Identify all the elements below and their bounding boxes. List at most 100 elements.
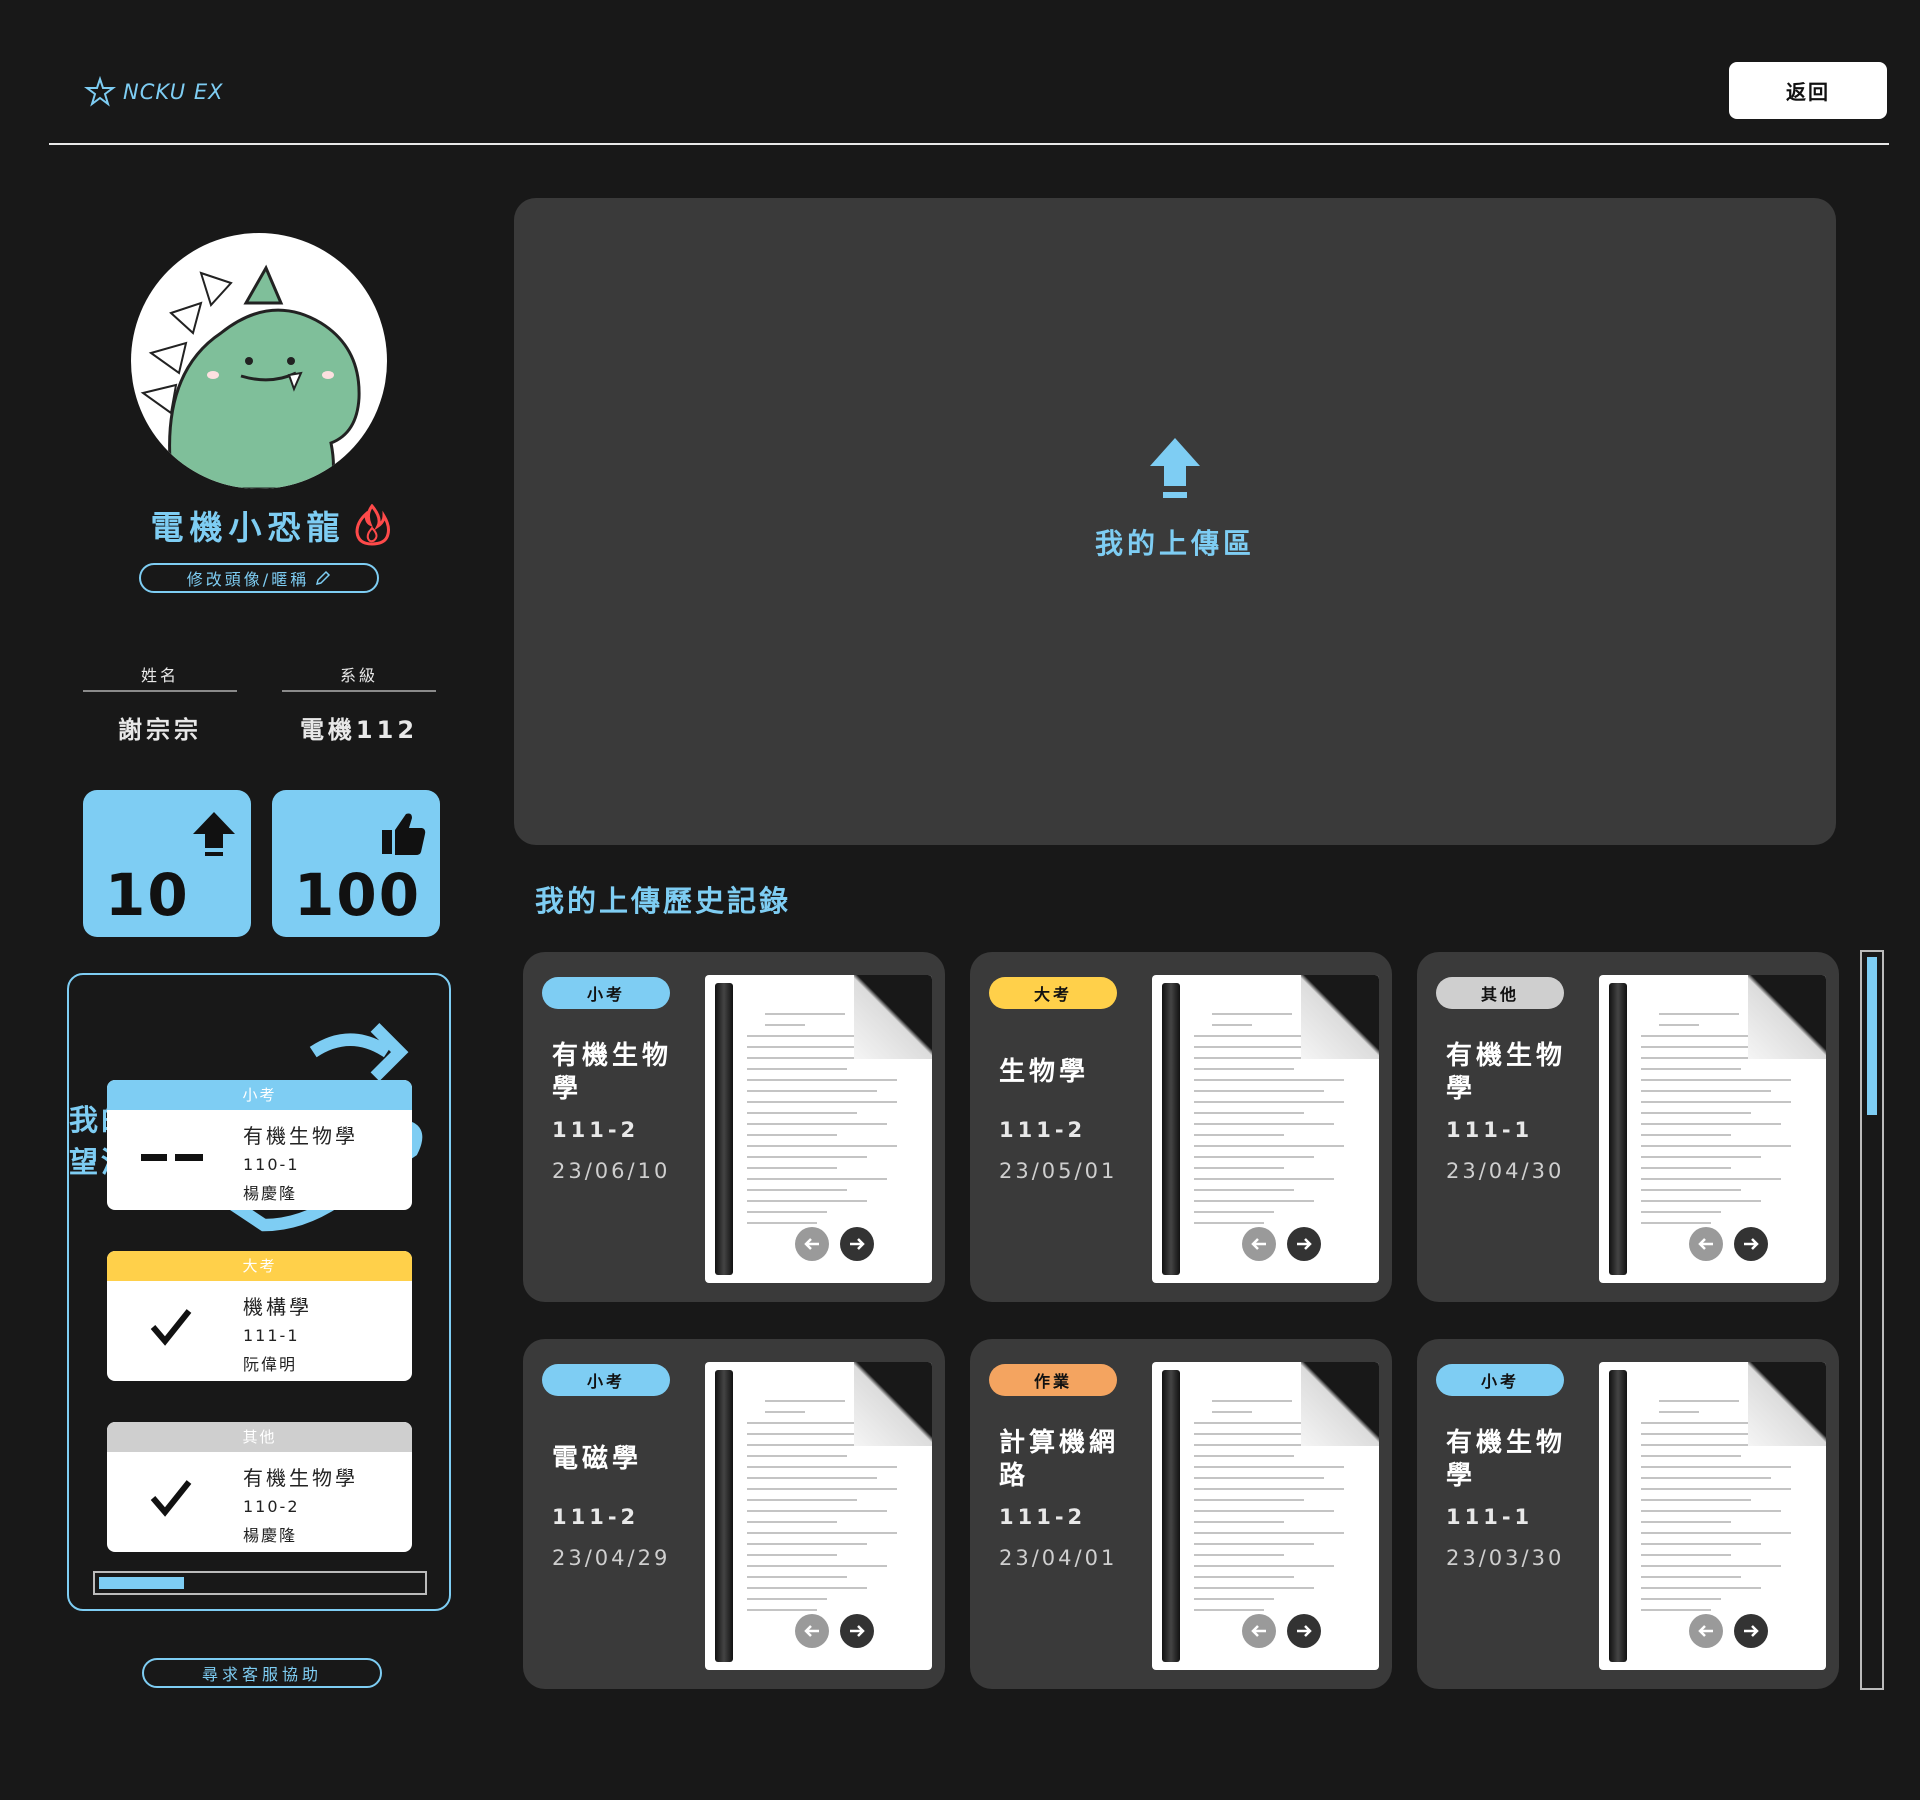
arrow-left-icon (1251, 1238, 1266, 1250)
document-text-line (747, 1167, 837, 1169)
document-preview[interactable] (1599, 975, 1826, 1283)
card-date: 23/06/10 (552, 1159, 671, 1183)
history-card[interactable]: 小考 電磁學 111-2 23/04/29 (523, 1339, 945, 1689)
preview-next-button[interactable] (840, 1614, 874, 1648)
card-semester: 111-2 (552, 1118, 640, 1142)
document-text-line (1194, 1554, 1284, 1556)
preview-prev-button[interactable] (795, 1227, 829, 1261)
history-card[interactable]: 小考 有機生物學 111-1 23/03/30 (1417, 1339, 1839, 1689)
document-text-line (1641, 1510, 1781, 1512)
page-curl (854, 975, 932, 1059)
preview-next-button[interactable] (1287, 1227, 1321, 1261)
history-card[interactable]: 大考 生物學 111-2 23/05/01 (970, 952, 1392, 1302)
document-text-line (1194, 1609, 1264, 1611)
document-text-line (747, 1554, 837, 1556)
pending-dash-icon (141, 1154, 203, 1161)
history-scrollbar[interactable] (1860, 950, 1884, 1690)
card-course: 計算機網路 (999, 1428, 1120, 1491)
preview-prev-button[interactable] (1242, 1614, 1276, 1648)
document-text-line (1194, 1510, 1334, 1512)
document-text-line (1641, 1477, 1771, 1479)
wish-tag: 大考 (107, 1251, 412, 1281)
arrow-left-icon (804, 1238, 819, 1250)
wish-teacher: 楊慶隆 (243, 1184, 298, 1203)
document-text-line (747, 1433, 867, 1435)
arrow-right-icon (1297, 1238, 1312, 1250)
document-text-line (1641, 1189, 1741, 1191)
history-card[interactable]: 其他 有機生物學 111-1 23/04/30 (1417, 952, 1839, 1302)
wishlist-scroll-thumb[interactable] (99, 1577, 184, 1589)
preview-prev-button[interactable] (795, 1614, 829, 1648)
document-text-line (1641, 1178, 1781, 1180)
document-text-line (747, 1046, 867, 1048)
document-text-line (1194, 1587, 1314, 1589)
page-curl (1301, 975, 1379, 1059)
document-text-line (747, 1510, 887, 1512)
document-text-line (747, 1598, 827, 1600)
document-text-line (1194, 1090, 1324, 1092)
binder-spine (1162, 983, 1180, 1275)
card-date: 23/04/30 (1446, 1159, 1565, 1183)
card-tag: 大考 (989, 977, 1117, 1009)
wishlist-item[interactable]: 其他 有機生物學 110-2 楊慶隆 (107, 1422, 412, 1552)
wishlist-item[interactable]: 大考 機構學 111-1 阮偉明 (107, 1251, 412, 1381)
document-text-line (1194, 1101, 1344, 1103)
card-tag: 小考 (542, 977, 670, 1009)
support-button[interactable]: 尋求客服協助 (142, 1658, 382, 1688)
nickname: 電機小恐龍 (150, 508, 346, 547)
wishlist-item[interactable]: 小考 有機生物學 110-1 楊慶隆 (107, 1080, 412, 1210)
card-course: 有機生物學 (552, 1041, 673, 1104)
edit-label: 修改頭像/暱稱 (186, 570, 310, 589)
document-preview[interactable] (705, 975, 932, 1283)
wish-text: 機構學 111-1 阮偉明 (243, 1291, 312, 1375)
document-preview[interactable] (1599, 1362, 1826, 1670)
document-preview[interactable] (705, 1362, 932, 1670)
preview-next-button[interactable] (1734, 1614, 1768, 1648)
document-text-line (1641, 1554, 1731, 1556)
nickname-row: 電機小恐龍 (140, 500, 400, 550)
document-text-line (1194, 1543, 1314, 1545)
document-text-line (747, 1455, 847, 1457)
upload-dropzone[interactable]: 我的上傳區 (514, 198, 1836, 845)
document-text-line (765, 1411, 805, 1413)
document-preview[interactable] (1152, 1362, 1379, 1670)
edit-avatar-nickname-button[interactable]: 修改頭像/暱稱 (139, 563, 379, 593)
logo[interactable]: NCKU EX (83, 76, 223, 108)
upload-content: 我的上傳區 (514, 436, 1836, 562)
checkmark-icon (150, 1309, 192, 1346)
upload-arrow-icon (1150, 438, 1200, 498)
document-text-line (1641, 1156, 1761, 1158)
header: NCKU EX 返回 (49, 0, 1889, 145)
wishlist-scrollbar[interactable] (93, 1571, 427, 1595)
document-text-line (1641, 1598, 1721, 1600)
preview-prev-button[interactable] (1689, 1614, 1723, 1648)
document-text-line (1212, 1400, 1292, 1402)
page-curl (1748, 975, 1826, 1059)
document-text-line (1212, 1411, 1252, 1413)
document-text-line (747, 1200, 867, 1202)
preview-prev-button[interactable] (1242, 1227, 1276, 1261)
avatar[interactable] (131, 233, 387, 489)
dept-value: 電機112 (299, 716, 419, 744)
document-text-line (1641, 1167, 1731, 1169)
preview-next-button[interactable] (1734, 1227, 1768, 1261)
document-text-line (747, 1466, 897, 1468)
card-tag: 小考 (542, 1364, 670, 1396)
history-scroll-thumb[interactable] (1867, 957, 1877, 1115)
uploads-count: 10 (105, 861, 190, 929)
preview-prev-button[interactable] (1689, 1227, 1723, 1261)
document-text-line (1641, 1090, 1771, 1092)
preview-next-button[interactable] (1287, 1614, 1321, 1648)
document-text-line (1194, 1112, 1304, 1114)
history-card[interactable]: 作業 計算機網路 111-2 23/04/01 (970, 1339, 1392, 1689)
document-text-line (1194, 1521, 1284, 1523)
document-preview[interactable] (1152, 975, 1379, 1283)
page-curl (854, 1362, 932, 1446)
wish-semester: 110-1 (243, 1155, 300, 1174)
back-button[interactable]: 返回 (1729, 62, 1887, 119)
document-text-line (1212, 1013, 1292, 1015)
document-text-line (747, 1134, 837, 1136)
history-card[interactable]: 小考有機生物學 111-2 23/06/10 (523, 952, 945, 1302)
wish-course: 機構學 (243, 1295, 312, 1319)
preview-next-button[interactable] (840, 1227, 874, 1261)
